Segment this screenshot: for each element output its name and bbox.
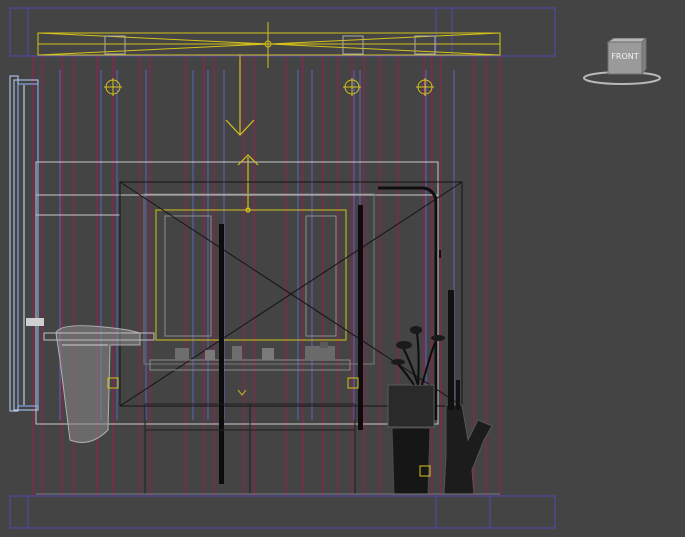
- vertical-guides-blue: [59, 70, 455, 420]
- spotlight-right[interactable]: [416, 78, 434, 96]
- spotlight-center-right[interactable]: [343, 78, 361, 96]
- viewcube[interactable]: FRONT: [578, 36, 674, 88]
- glass-partition-bars: [219, 205, 363, 484]
- vanity-shelf[interactable]: [149, 342, 351, 371]
- mirror[interactable]: [143, 193, 375, 365]
- front-viewport[interactable]: FRONT: [0, 0, 685, 533]
- mirror-volume-box: [119, 181, 463, 407]
- camera-target-arrow[interactable]: [225, 60, 259, 213]
- viewcube-graphic: [583, 36, 661, 85]
- door-frame[interactable]: [9, 75, 44, 412]
- viewcube-label: FRONT: [611, 52, 639, 61]
- spotlight-left[interactable]: [104, 78, 122, 96]
- vase[interactable]: [443, 290, 493, 495]
- light-gizmos: [107, 377, 431, 477]
- ceiling-light-fixture[interactable]: [37, 22, 501, 68]
